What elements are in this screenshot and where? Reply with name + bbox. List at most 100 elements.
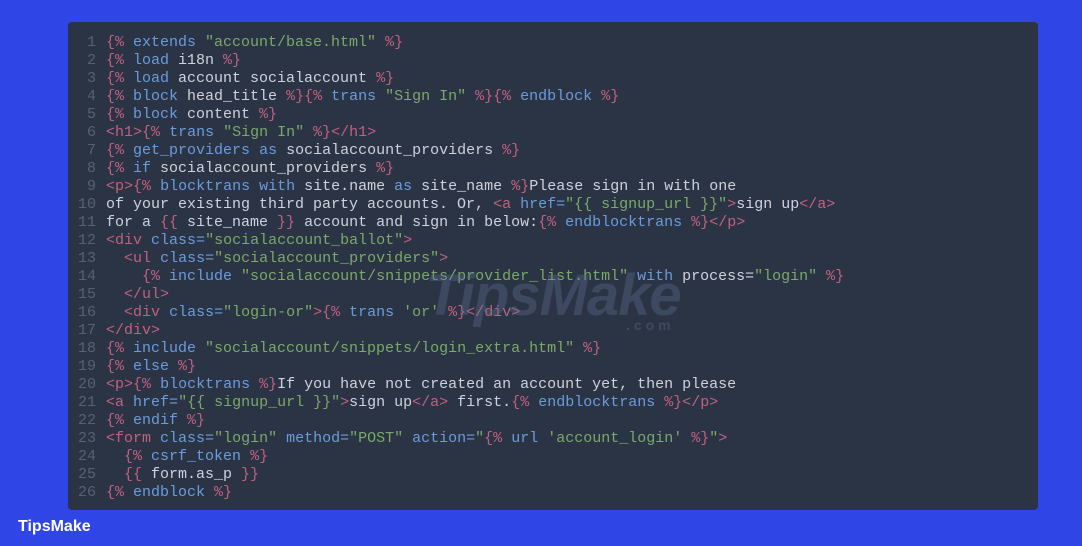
code-line: 26{% endblock %} <box>68 484 1038 502</box>
code-line: 19{% else %} <box>68 358 1038 376</box>
token-plain: content <box>178 106 259 123</box>
token-attr: class= <box>160 250 214 267</box>
token-htag: < <box>106 124 115 141</box>
token-htag: > <box>160 286 169 303</box>
line-code: {% load i18n %} <box>106 52 241 70</box>
token-htag: < <box>124 250 133 267</box>
token-htag: > <box>403 232 412 249</box>
line-number: 6 <box>68 124 106 142</box>
token-attrval: " <box>475 430 484 447</box>
line-code: {{ form.as_p }} <box>106 466 259 484</box>
code-line: 23<form class="login" method="POST" acti… <box>68 430 1038 448</box>
token-delim: {{ <box>160 214 187 231</box>
token-plain <box>205 484 214 501</box>
line-code: {% get_providers as socialaccount_provid… <box>106 142 520 160</box>
token-htag: </ <box>124 286 142 303</box>
token-delim: {% <box>142 124 169 141</box>
code-line: 3{% load account socialaccount %} <box>68 70 1038 88</box>
token-plain <box>160 304 169 321</box>
token-delim: %} <box>223 52 241 69</box>
token-attr: method= <box>286 430 349 447</box>
line-number: 3 <box>68 70 106 88</box>
line-code: </ul> <box>106 286 169 304</box>
token-delim: }} <box>268 214 295 231</box>
token-htag: > <box>151 322 160 339</box>
token-htag: </ <box>331 124 349 141</box>
line-code: {% include "socialaccount/snippets/provi… <box>106 268 844 286</box>
token-str: "account/base.html" <box>196 34 385 51</box>
token-delim: %} <box>187 412 205 429</box>
code-line: 9<p>{% blocktrans with site.name as site… <box>68 178 1038 196</box>
token-kw: endblocktrans <box>565 214 682 231</box>
token-str: "login" <box>754 268 826 285</box>
token-delim: {% <box>106 34 133 51</box>
token-delim: %} <box>214 484 232 501</box>
token-hname: a <box>430 394 439 411</box>
token-kw: url <box>511 430 538 447</box>
token-str: "socialaccount/snippets/login_extra.html… <box>196 340 583 357</box>
line-code: {% block head_title %}{% trans "Sign In"… <box>106 88 619 106</box>
code-line: 13 <ul class="socialaccount_providers"> <box>68 250 1038 268</box>
code-line: 6<h1>{% trans "Sign In" %}</h1> <box>68 124 1038 142</box>
token-htag: </ <box>682 394 700 411</box>
token-htag: < <box>106 178 115 195</box>
code-line: 14 {% include "socialaccount/snippets/pr… <box>68 268 1038 286</box>
token-delim: {% <box>106 142 133 159</box>
token-htag: > <box>511 304 520 321</box>
token-kw: endblock <box>520 88 592 105</box>
token-delim: {% <box>493 88 520 105</box>
token-attr: class= <box>160 430 214 447</box>
footer-label: TipsMake <box>18 518 91 536</box>
token-delim: {% <box>133 376 160 393</box>
token-attrval: "socialaccount_ballot" <box>205 232 403 249</box>
token-kw: trans <box>349 304 394 321</box>
token-kw: load <box>133 70 169 87</box>
token-plain <box>106 268 142 285</box>
token-delim: %} <box>250 448 268 465</box>
token-attr: class= <box>169 304 223 321</box>
token-htag: < <box>124 304 133 321</box>
token-delim: %} <box>259 376 277 393</box>
code-line: 24 {% csrf_token %} <box>68 448 1038 466</box>
token-htag: > <box>439 394 448 411</box>
token-kw: extends <box>133 34 196 51</box>
token-plain: for a <box>106 214 160 231</box>
token-htag: > <box>718 430 727 447</box>
line-code: for a {{ site_name }} account and sign i… <box>106 214 745 232</box>
token-attr: action= <box>412 430 475 447</box>
token-delim: {% <box>106 358 133 375</box>
line-number: 14 <box>68 268 106 286</box>
token-delim: {% <box>106 484 133 501</box>
code-container: 1{% extends "account/base.html" %}2{% lo… <box>68 34 1038 502</box>
line-code: <a href="{{ signup_url }}">sign up</a> f… <box>106 394 718 412</box>
line-number: 18 <box>68 340 106 358</box>
token-htag: > <box>727 196 736 213</box>
line-number: 10 <box>68 196 106 214</box>
line-code: </div> <box>106 322 160 340</box>
token-plain: process= <box>673 268 754 285</box>
token-htag: > <box>124 376 133 393</box>
token-hname: p <box>727 214 736 231</box>
code-line: 11for a {{ site_name }} account and sign… <box>68 214 1038 232</box>
token-hname: div <box>124 322 151 339</box>
token-kw: if <box>133 160 151 177</box>
token-attrval: "login-or" <box>223 304 313 321</box>
line-code: {% include "socialaccount/snippets/login… <box>106 340 601 358</box>
line-code: <div class="login-or">{% trans 'or' %}</… <box>106 304 520 322</box>
line-number: 7 <box>68 142 106 160</box>
token-hname: div <box>133 304 160 321</box>
token-str: 'or' <box>394 304 448 321</box>
line-number: 24 <box>68 448 106 466</box>
token-hname: a <box>817 196 826 213</box>
token-delim: %} <box>178 358 196 375</box>
token-delim: %} <box>691 214 709 231</box>
line-code: <h1>{% trans "Sign In" %}</h1> <box>106 124 376 142</box>
line-number: 15 <box>68 286 106 304</box>
token-hname: div <box>484 304 511 321</box>
token-delim: %} <box>826 268 844 285</box>
line-code: {% endblock %} <box>106 484 232 502</box>
token-attrval: " <box>709 430 718 447</box>
line-number: 8 <box>68 160 106 178</box>
line-code: {% extends "account/base.html" %} <box>106 34 403 52</box>
token-attrval: "login" <box>214 430 277 447</box>
